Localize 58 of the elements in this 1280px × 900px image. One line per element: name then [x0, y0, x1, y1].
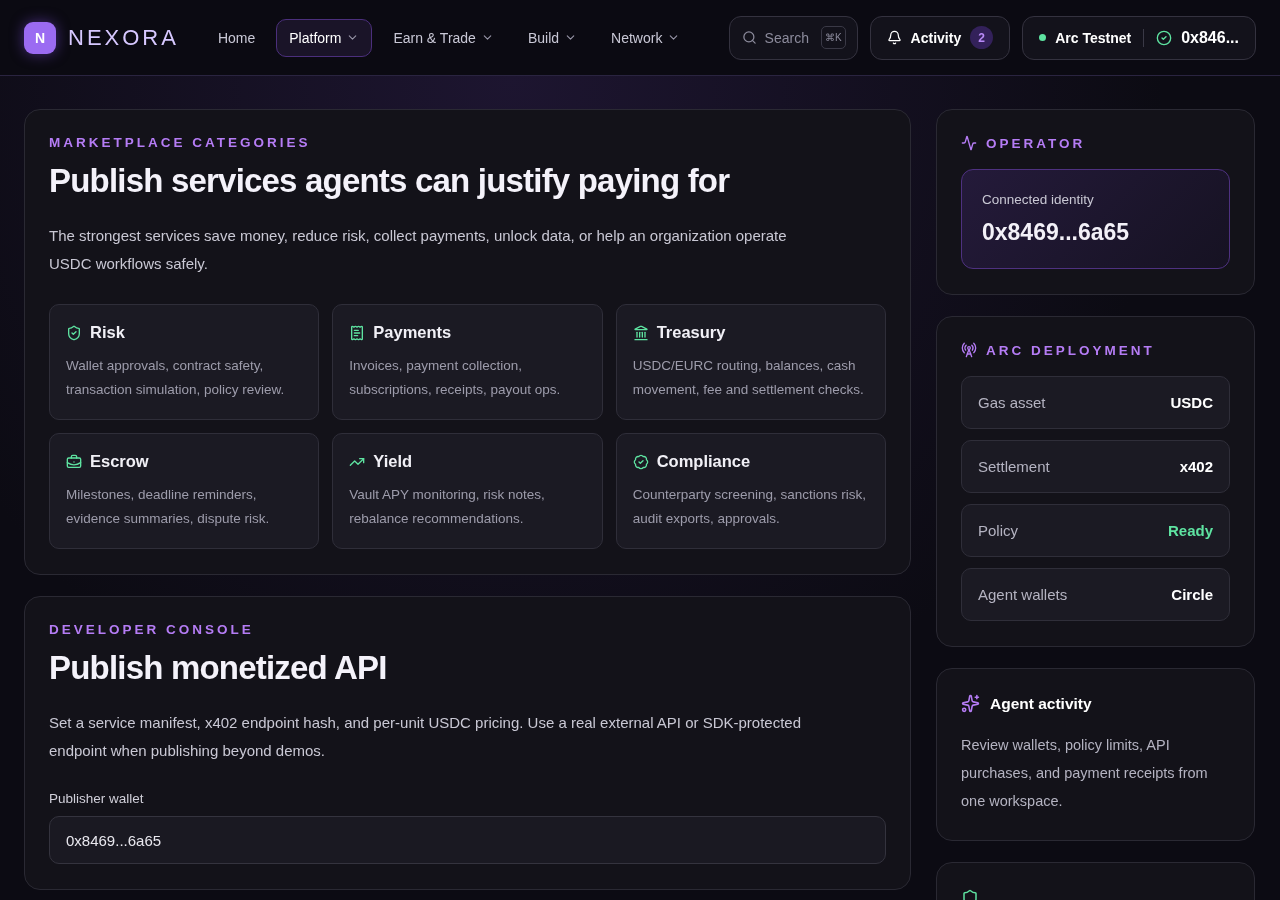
badge-check-icon: [632, 453, 649, 470]
wallet-address: 0x846...: [1181, 28, 1239, 47]
search-icon: [741, 29, 757, 45]
identity-address: 0x8469...6a65: [982, 219, 1131, 246]
section-label: ARC DEPLOYMENT: [986, 342, 1155, 358]
category-text: Wallet approvals, contract safety, transaction simulation, policy review.: [66, 357, 286, 399]
identity-label: Connected identity: [982, 192, 1095, 207]
wallet-button[interactable]: Arc Testnet 0x846...: [1022, 15, 1256, 60]
card-title: Agent activity: [990, 694, 1092, 713]
card-text: Review wallets, policy limits, API purchases, and payment receipts from one workspace.: [961, 736, 1209, 811]
category-title: Risk: [90, 323, 125, 342]
row-label: Gas asset: [978, 394, 1046, 411]
section-label: DEVELOPER CONSOLE: [49, 622, 255, 637]
row-value: USDC: [1170, 394, 1213, 411]
section-label: OPERATOR: [986, 135, 1086, 151]
pulse-icon: [961, 135, 977, 151]
status-dot: [1039, 34, 1047, 41]
shield-check-icon: [66, 324, 82, 341]
category-text: Milestones, deadline reminders, evidence summaries, dispute risk.: [66, 486, 271, 528]
section-intro: Set a service manifest, x402 endpoint hash, and per-unit USDC pricing. Use a real external API or SDK-protected endpoint when publishing beyond demos.: [49, 713, 803, 761]
section-label: MARKETPLACE CATEGORIES: [49, 135, 312, 150]
row-label: Policy: [978, 522, 1018, 539]
shortcut-hint: ⌘K: [820, 25, 846, 49]
section-title: Publish monetized API: [49, 649, 388, 687]
nav-link[interactable]: Network: [598, 18, 694, 57]
radio-tower-icon: [961, 342, 977, 358]
section-title: Publish services agents can justify paying for: [49, 162, 731, 200]
category-title: Compliance: [656, 452, 751, 471]
activity-button[interactable]: Activity 2: [869, 15, 1011, 60]
nav-link[interactable]: Home: [204, 18, 269, 57]
category-text: Vault APY monitoring, risk notes, rebalance recommendations.: [349, 486, 546, 528]
nav-link[interactable]: Earn & Trade: [380, 18, 507, 57]
row-value: x402: [1179, 458, 1213, 475]
category-title: Escrow: [90, 452, 149, 471]
wallet-field[interactable]: 0x8469...6a65: [49, 816, 886, 864]
nav-link[interactable]: Platform: [276, 18, 373, 57]
category-text: Invoices, payment collection, subscriptions, receipts, payout ops.: [349, 357, 562, 399]
brand-name: NEXORA: [68, 24, 179, 51]
bell-icon: [886, 30, 902, 45]
bank-icon: [632, 324, 649, 341]
nav-link[interactable]: Build: [514, 18, 591, 57]
row-value: Ready: [1167, 522, 1213, 539]
category-title: Treasury: [656, 323, 726, 342]
category-title: Payments: [373, 323, 452, 342]
category-text: USDC/EURC routing, balances, cash movement, fee and settlement checks.: [632, 357, 865, 399]
network-name: Arc Testnet: [1055, 29, 1132, 46]
receipt-icon: [349, 324, 366, 341]
logo-mark[interactable]: N: [24, 21, 56, 54]
section-intro: The strongest services save money, reduce risk, collect payments, unlock data, or help an organization operate USDC workflows safely.: [49, 226, 788, 274]
row-value: Circle: [1171, 586, 1213, 603]
row-label: Agent wallets: [978, 586, 1068, 603]
field-label: Publisher wallet: [49, 791, 145, 806]
count-badge: 2: [970, 26, 994, 49]
category-title: Yield: [373, 452, 413, 471]
briefcase-icon: [66, 453, 82, 470]
category-text: Counterparty screening, sanctions risk, audit exports, approvals.: [632, 486, 867, 528]
sparkle-icon: [961, 694, 980, 713]
row-label: Settlement: [978, 458, 1050, 475]
